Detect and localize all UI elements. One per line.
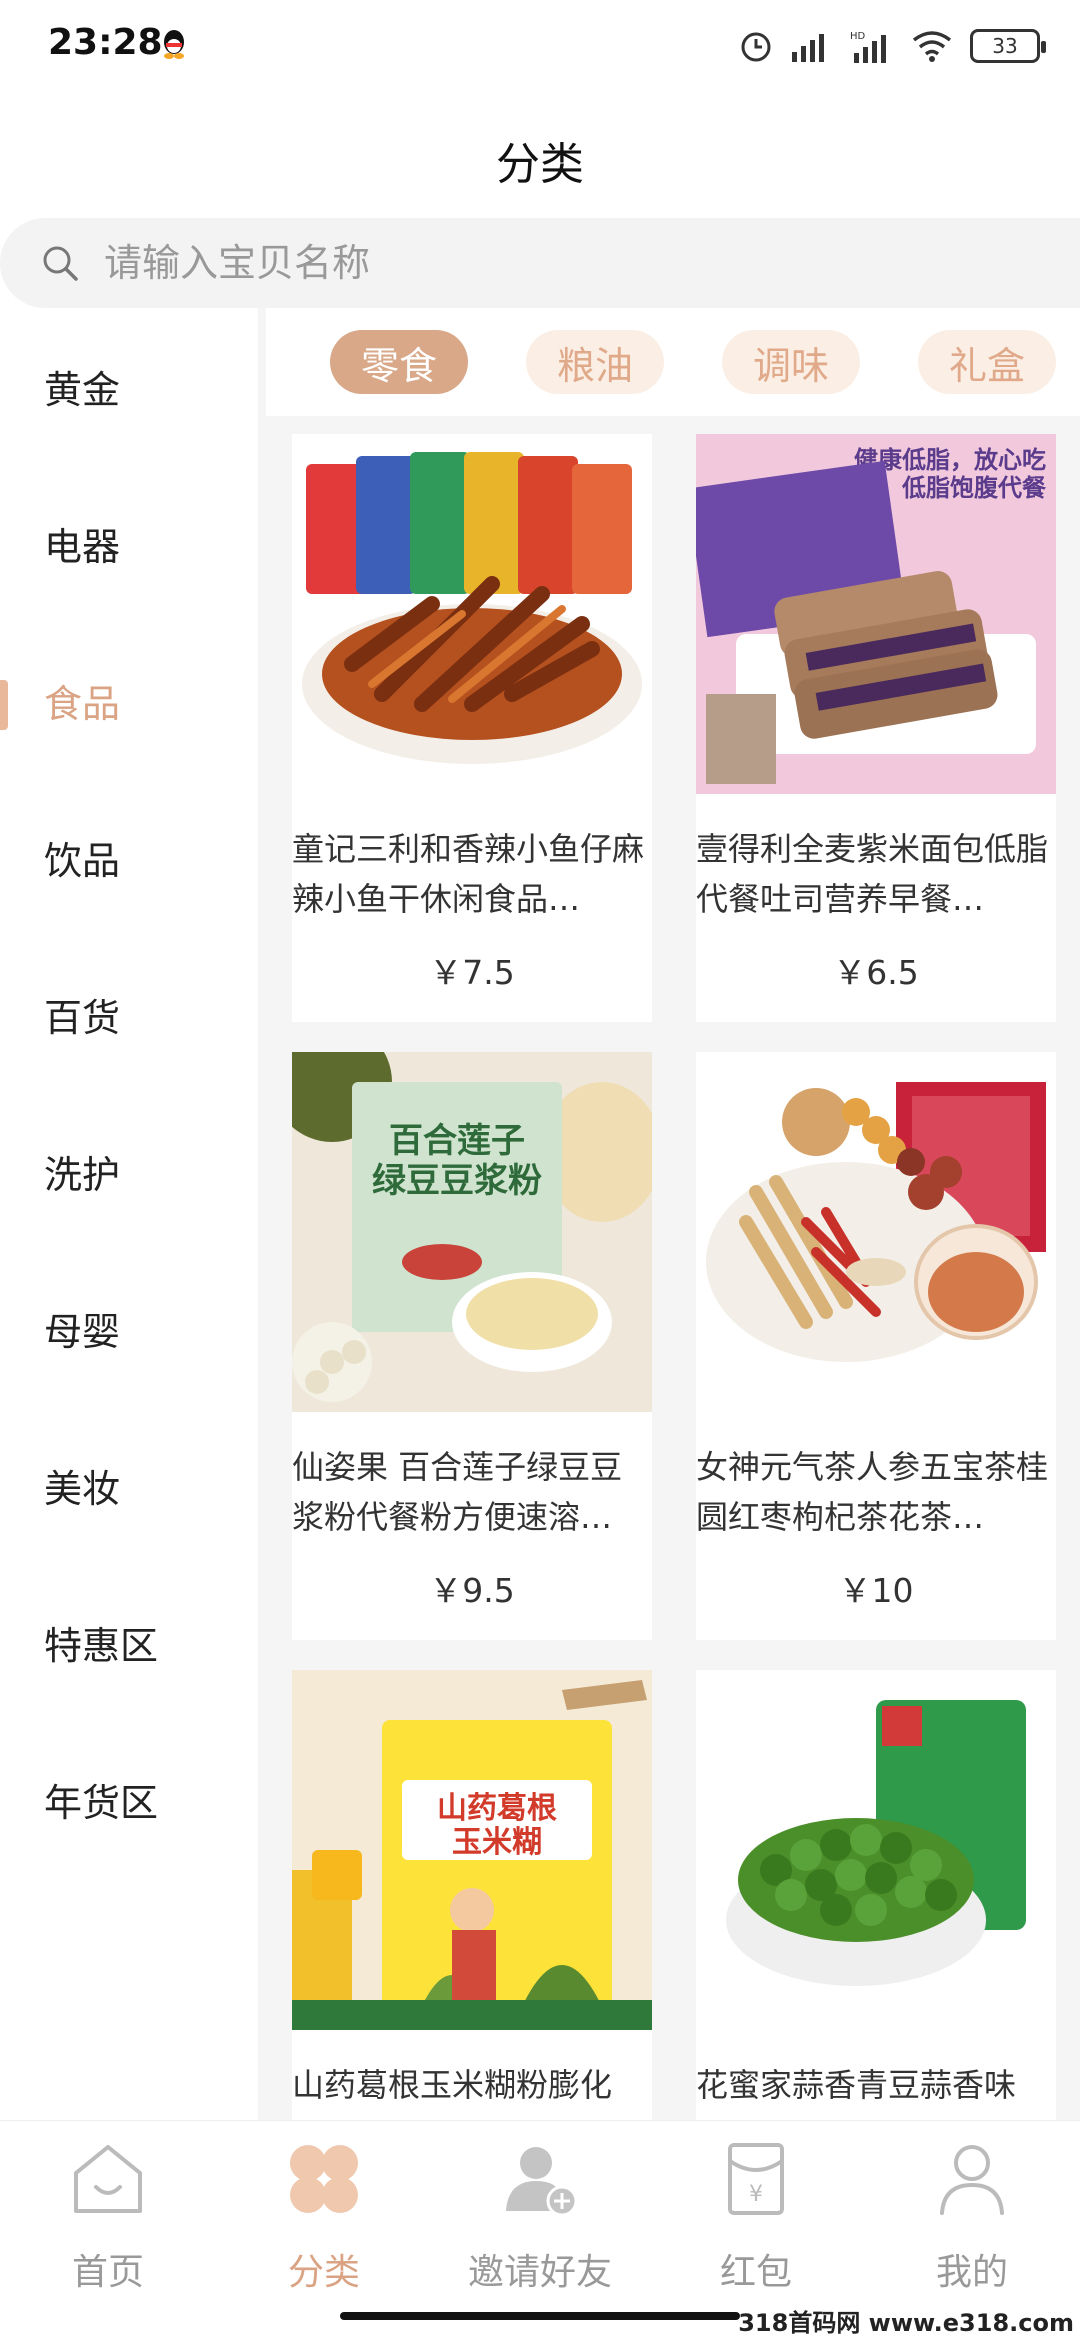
nav-item-home[interactable]: 首页 — [0, 2121, 216, 2340]
nav-label: 首页 — [71, 2252, 144, 2293]
page-title: 分类 — [496, 139, 584, 190]
sidebar-item-maternal-baby[interactable]: 母婴 — [0, 1250, 258, 1407]
status-bar: 23:28 HD 33 — [0, 0, 1080, 92]
pack-line-1: 百合莲子 — [389, 1121, 525, 1161]
category-sidebar: 黄金 电器 食品 饮品 百货 洗护 母婴 美妆 特惠区 年货区 — [0, 308, 258, 2120]
svg-text:¥: ¥ — [749, 2182, 763, 2207]
product-title: 童记三利和香辣小鱼仔麻辣小鱼干休闲食品… — [292, 830, 645, 918]
nav-item-category[interactable]: 分类 — [216, 2121, 432, 2340]
product-price: ￥9.5 — [429, 1571, 515, 1610]
sidebar-item-new-year-goods[interactable]: 年货区 — [0, 1721, 258, 1878]
product-title: 仙姿果 百合莲子绿豆豆浆粉代餐粉方便速溶… — [292, 1448, 623, 1536]
sidebar-item-appliances[interactable]: 电器 — [0, 465, 258, 622]
status-time: 23:28 — [48, 22, 163, 63]
product-area: 零食 粮油 调味 礼盒 童记三利和香辣小鱼仔麻辣小鱼干休闲食品… ￥7.5 健康… — [258, 308, 1080, 2120]
product-card[interactable]: 童记三利和香辣小鱼仔麻辣小鱼干休闲食品… ￥7.5 — [292, 434, 652, 1022]
home-indicator — [340, 2312, 740, 2320]
product-image-yam-corn-paste: 山药葛根 玉米糊 — [292, 1670, 652, 2030]
status-icons: HD 33 — [738, 24, 1046, 68]
product-image-purple-rice-bread: 健康低脂，放心吃 低脂饱腹代餐 — [696, 434, 1056, 794]
hd-signal-icon: HD — [850, 31, 886, 63]
watermark: 318首码网 www.e318.com — [738, 2309, 1074, 2337]
sidebar-item-food[interactable]: 食品 — [0, 622, 258, 779]
nav-label: 分类 — [287, 2252, 360, 2293]
search-bar[interactable] — [0, 218, 1080, 308]
product-price: ￥7.5 — [429, 953, 515, 992]
signal-icon — [792, 34, 824, 62]
qq-icon — [164, 30, 184, 59]
sidebar-item-drinks[interactable]: 饮品 — [0, 779, 258, 936]
sidebar-item-personal-care[interactable]: 洗护 — [0, 1093, 258, 1250]
product-card[interactable]: 百合莲子 绿豆豆浆粉 仙姿果 百合莲子绿豆豆浆粉代餐粉方便速溶… ￥9.5 — [292, 1052, 652, 1640]
invite-friend-icon — [506, 2147, 578, 2217]
sidebar-item-special-offers[interactable]: 特惠区 — [0, 1564, 258, 1721]
nav-label: 红包 — [719, 2252, 792, 2293]
product-card[interactable]: 山药葛根 玉米糊 山药葛根玉米糊粉膨化 — [292, 1670, 652, 2120]
banner-line-2: 低脂饱腹代餐 — [901, 474, 1047, 502]
product-image-fish-snack — [292, 434, 652, 794]
red-packet-icon: ¥ — [728, 2143, 784, 2215]
wifi-icon — [912, 31, 952, 62]
chip-grain-oil[interactable]: 粮油 — [526, 330, 664, 394]
nav-label: 我的 — [935, 2252, 1008, 2293]
chip-snacks[interactable]: 零食 — [330, 330, 468, 394]
sidebar-item-general-goods[interactable]: 百货 — [0, 936, 258, 1093]
product-image-ginseng-tea — [696, 1052, 1056, 1412]
product-grid: 童记三利和香辣小鱼仔麻辣小鱼干休闲食品… ￥7.5 健康低脂，放心吃 低脂饱腹代… — [292, 434, 1072, 2120]
sidebar-item-beauty[interactable]: 美妆 — [0, 1407, 258, 1564]
battery-indicator: 33 — [970, 29, 1046, 63]
pack-line-2: 绿豆豆浆粉 — [372, 1161, 542, 1201]
pack-line-1: 山药葛根 — [437, 1791, 557, 1826]
category-icon — [290, 2145, 358, 2213]
svg-text:HD: HD — [850, 31, 866, 42]
home-icon — [74, 2145, 142, 2213]
product-image-lotus-bean-powder: 百合莲子 绿豆豆浆粉 — [292, 1052, 652, 1412]
alarm-icon — [741, 32, 771, 62]
product-price: ￥10 — [838, 1571, 914, 1610]
product-image-garlic-green-peas — [696, 1670, 1056, 2030]
nav-item-invite[interactable]: 邀请好友 — [432, 2121, 648, 2340]
product-title: 女神元气茶人参五宝茶桂圆红枣枸杞茶花茶… — [696, 1448, 1049, 1536]
product-title: 壹得利全麦紫米面包低脂代餐吐司营养早餐… — [696, 830, 1049, 918]
product-title: 山药葛根玉米糊粉膨化 — [292, 2066, 613, 2104]
nav-label: 邀请好友 — [467, 2252, 612, 2293]
chip-gift-box[interactable]: 礼盒 — [918, 330, 1056, 394]
subcategory-chips: 零食 粮油 调味 礼盒 — [266, 308, 1080, 416]
product-price: ￥6.5 — [833, 953, 919, 992]
sidebar-item-gold[interactable]: 黄金 — [0, 308, 258, 465]
search-input[interactable] — [104, 241, 904, 285]
search-icon — [43, 246, 78, 281]
chip-seasoning[interactable]: 调味 — [722, 330, 860, 394]
profile-icon — [940, 2145, 1004, 2215]
product-title: 花蜜家蒜香青豆蒜香味 — [696, 2066, 1017, 2104]
product-card[interactable]: 健康低脂，放心吃 低脂饱腹代餐 壹得利全麦紫米面包低脂代餐吐司营养早餐… ￥6.… — [696, 434, 1056, 1022]
product-card[interactable]: 女神元气茶人参五宝茶桂圆红枣枸杞茶花茶… ￥10 — [696, 1052, 1056, 1640]
product-card[interactable]: 花蜜家蒜香青豆蒜香味 — [696, 1670, 1056, 2120]
pack-line-2: 玉米糊 — [452, 1825, 542, 1860]
